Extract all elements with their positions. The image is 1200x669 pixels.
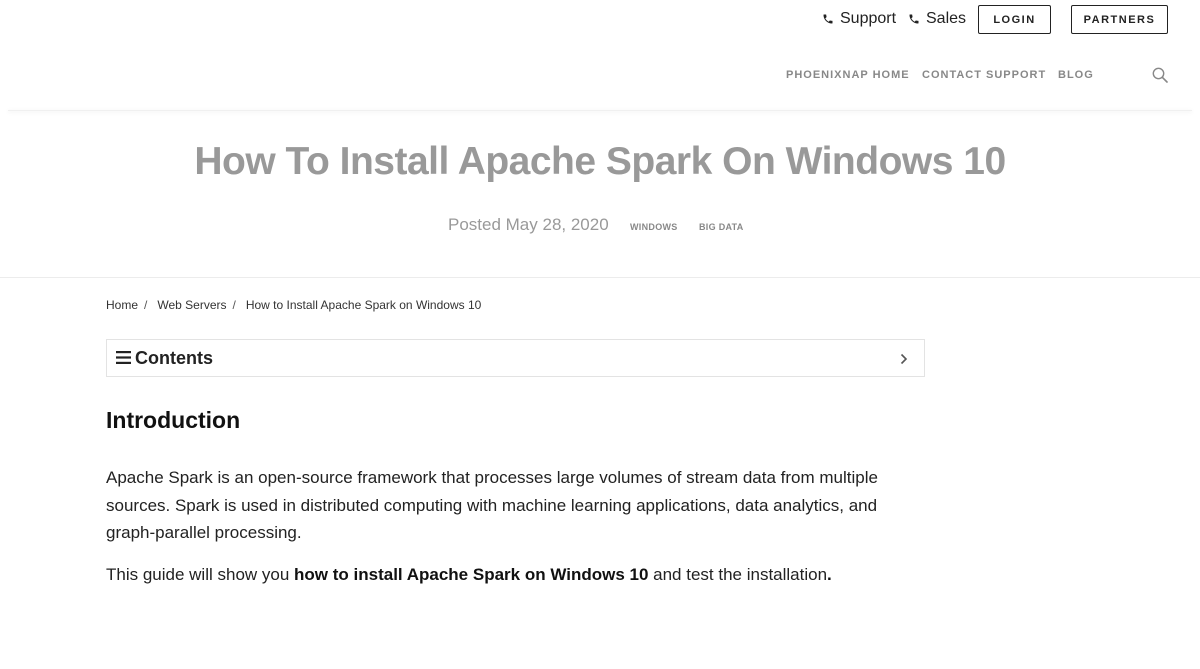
guide-text-post: and test the installation [648,565,828,584]
breadcrumb-separator: / [232,298,236,312]
search-icon[interactable] [1152,67,1168,83]
phone-icon [909,14,919,24]
partners-button[interactable]: PARTNERS [1071,5,1168,34]
intro-paragraph: Apache Spark is an open-source framework… [106,468,878,542]
nav-blog[interactable]: BLOG [1058,69,1094,81]
breadcrumb-home[interactable]: Home [106,298,138,312]
hero-divider [0,277,1200,278]
contents-label: Contents [135,348,213,368]
header-divider [8,110,1192,111]
chevron-right-icon [900,353,908,365]
breadcrumb-web-servers[interactable]: Web Servers [157,298,226,312]
nav-phoenixnap-home[interactable]: PHOENIXNAP HOME [786,69,910,81]
phone-icon [823,14,833,24]
guide-text-bold: how to install Apache Spark on Windows 1… [294,565,649,584]
tag-windows[interactable]: WINDOWS [630,222,678,232]
sales-link[interactable]: Sales [908,10,966,28]
top-utility-bar: Support Sales LOGIN PARTNERS [0,0,1200,40]
posted-date: Posted May 28, 2020 [448,215,609,234]
support-link[interactable]: Support [822,10,896,28]
breadcrumb: Home / Web Servers / How to Install Apac… [106,298,481,312]
login-button[interactable]: LOGIN [978,5,1051,34]
guide-text-pre: This guide will show you [106,565,295,584]
tag-big-data[interactable]: BIG DATA [699,222,744,232]
contents-toggle[interactable]: Contents [106,339,925,377]
support-label: Support [840,10,897,27]
menu-icon [116,351,131,364]
sales-label: Sales [926,10,967,27]
guide-text-end: . [827,565,832,584]
guide-paragraph: This guide will show you how to install … [106,561,906,589]
breadcrumb-separator: / [144,298,148,312]
post-meta: Posted May 28, 2020 WINDOWS BIG DATA [0,214,1200,238]
page-title: How To Install Apache Spark On Windows 1… [194,140,1006,183]
section-heading-introduction: Introduction [106,407,241,433]
nav-contact-support[interactable]: CONTACT SUPPORT [922,69,1046,81]
breadcrumb-current: How to Install Apache Spark on Windows 1… [245,298,482,312]
